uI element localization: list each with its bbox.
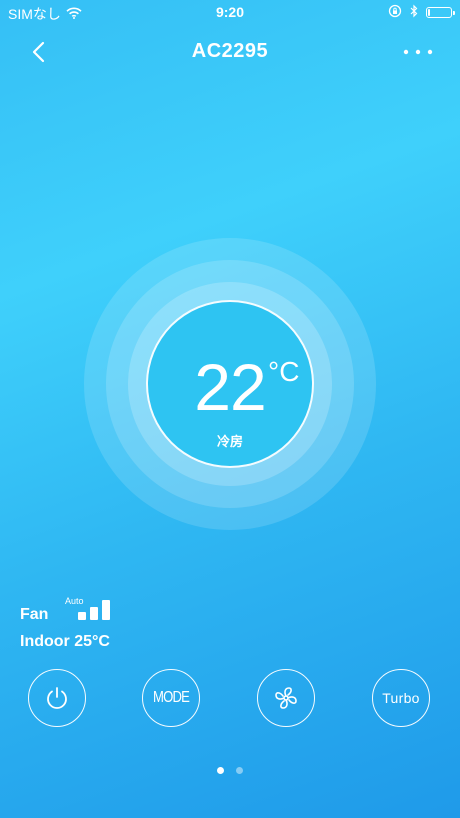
temperature-unit: °C: [268, 356, 300, 387]
fan-button[interactable]: [257, 669, 315, 727]
orientation-lock-icon: [388, 4, 402, 21]
more-button[interactable]: [400, 38, 436, 68]
page-dot-2[interactable]: [236, 767, 243, 774]
nav-bar: AC2295: [0, 30, 460, 74]
fan-level-bars-icon: [78, 600, 110, 620]
bluetooth-icon: [410, 4, 418, 21]
page-indicator: [0, 767, 460, 774]
mode-label: 冷房: [216, 434, 243, 449]
indoor-temperature: Indoor 25°C: [20, 633, 110, 650]
page-dot-1[interactable]: [217, 767, 224, 774]
power-button[interactable]: [28, 669, 86, 727]
battery-icon: [426, 7, 455, 18]
temperature-dial[interactable]: 22 °C 冷房: [84, 238, 376, 530]
temperature-value: 22: [194, 350, 266, 424]
fan-status: Fan Auto: [20, 596, 220, 626]
page-title: AC2295: [191, 40, 269, 62]
more-dots-icon: [403, 49, 433, 55]
power-icon: [47, 687, 67, 709]
turbo-button[interactable]: Turbo: [372, 669, 430, 727]
battery-level: [428, 9, 430, 16]
fan-bar-3: [102, 600, 110, 620]
status-right: [388, 4, 455, 21]
turbo-button-label: Turbo: [382, 690, 420, 706]
mode-button[interactable]: MODE: [142, 669, 200, 727]
mode-button-label: MODE: [152, 689, 190, 706]
fan-bar-1: [78, 612, 86, 620]
fan-label: Fan: [20, 606, 49, 623]
fan-bar-2: [90, 607, 98, 620]
status-bar: SIMなし 9:20: [0, 0, 460, 24]
temperature-display: 22 °C: [84, 354, 376, 420]
fan-icon: [275, 687, 297, 709]
